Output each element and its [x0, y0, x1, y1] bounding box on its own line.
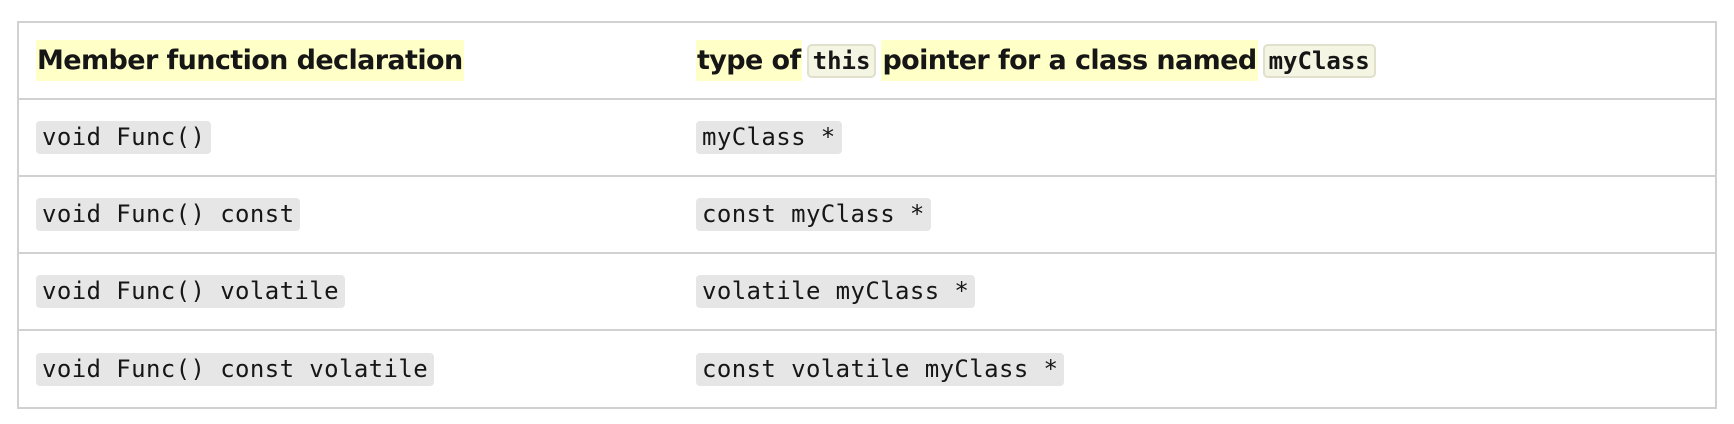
declaration-code: void Func()	[36, 121, 212, 154]
header-col1-text: Member function declaration	[36, 40, 464, 81]
header-code-this: this	[806, 44, 877, 78]
table: Member function declaration type of this p…	[19, 23, 1715, 407]
pointer-type-code: myClass *	[696, 121, 842, 154]
declaration-cell: void Func() const	[19, 175, 679, 253]
declaration-code: void Func() volatile	[36, 275, 345, 308]
pointer-type-code: const volatile myClass *	[696, 352, 1065, 386]
pointer-type-cell: const volatile myClass *	[679, 329, 1715, 407]
header-this-pointer-type: type of this pointer for a class named myCl…	[679, 23, 1715, 99]
header-col2-mid: pointer for a class named	[881, 40, 1258, 81]
table-header-row: Member function declaration type of this p…	[19, 23, 1715, 99]
declaration-cell: void Func()	[19, 98, 679, 176]
header-col2-prefix: type of	[696, 40, 802, 81]
declaration-cell: void Func() volatile	[19, 252, 679, 330]
declaration-cell: void Func() const volatile	[19, 329, 679, 407]
declaration-code: void Func() const volatile	[36, 352, 435, 386]
pointer-type-cell: const myClass *	[679, 175, 1715, 253]
pointer-type-code: const myClass *	[696, 198, 931, 231]
table-row: void Func() const volatile const volatil…	[19, 329, 1715, 407]
declaration-code: void Func() const	[36, 198, 301, 231]
pointer-type-table: Member function declaration type of this p…	[17, 21, 1717, 409]
pointer-type-cell: myClass *	[679, 98, 1715, 176]
table-row: void Func() myClass *	[19, 98, 1715, 176]
table-row: void Func() volatile volatile myClass *	[19, 252, 1715, 330]
table-row: void Func() const const myClass *	[19, 175, 1715, 253]
header-code-myclass: myClass	[1262, 44, 1376, 78]
header-member-function-declaration: Member function declaration	[19, 23, 679, 99]
pointer-type-code: volatile myClass *	[696, 275, 976, 308]
pointer-type-cell: volatile myClass *	[679, 252, 1715, 330]
